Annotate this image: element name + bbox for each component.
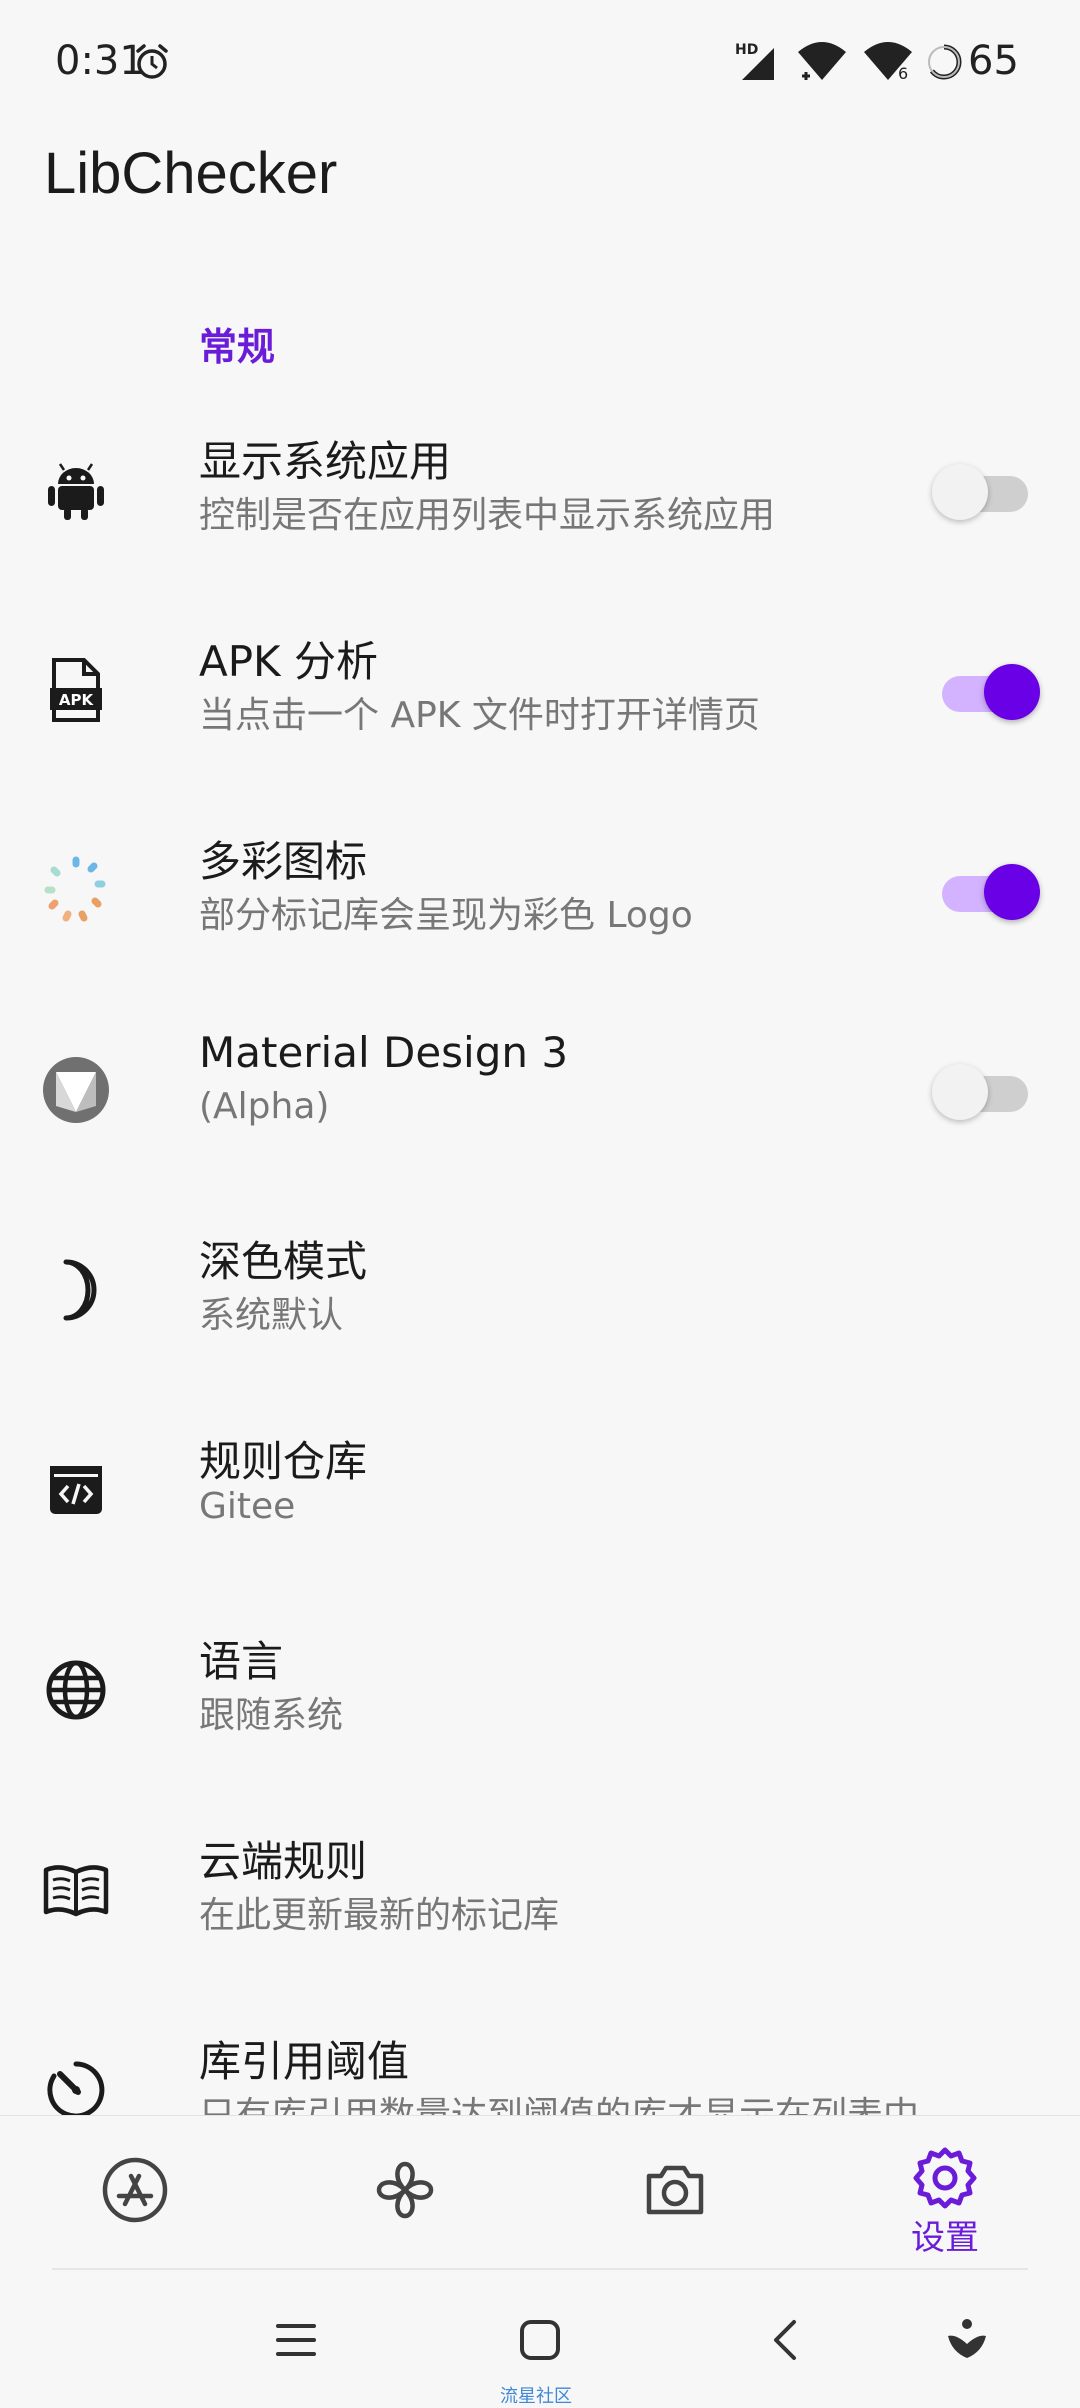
back-icon[interactable] <box>770 2318 800 2362</box>
wifi-icon <box>798 42 846 80</box>
material-design-3-toggle[interactable] <box>932 1064 1028 1120</box>
section-header-general: 常规 <box>199 325 276 369</box>
setting-show-system-apps[interactable]: 显示系统应用 控制是否在应用列表中显示系统应用 <box>0 390 1080 590</box>
setting-title: 显示系统应用 <box>199 437 452 486</box>
timer-icon <box>47 2061 105 2115</box>
setting-colorful-icons[interactable]: 多彩图标 部分标记库会呈现为彩色 Logo <box>0 790 1080 990</box>
battery-level: 65 <box>968 38 1019 84</box>
setting-material-design-3[interactable]: Material Design 3 (Alpha) <box>0 990 1080 1190</box>
setting-title: 语言 <box>199 1637 284 1686</box>
statistics-flower-icon <box>376 2161 434 2219</box>
nav-snapshot[interactable] <box>540 2116 810 2271</box>
setting-language[interactable]: 语言 跟随系统 <box>0 1590 1080 1790</box>
show-system-apps-toggle[interactable] <box>932 464 1028 520</box>
setting-title: 规则仓库 <box>199 1437 368 1486</box>
apk-analysis-toggle[interactable] <box>932 664 1040 720</box>
setting-subtitle: 控制是否在应用列表中显示系统应用 <box>199 495 776 536</box>
book-icon <box>43 1865 109 1917</box>
setting-subtitle: 跟随系统 <box>199 1695 344 1736</box>
setting-title: 多彩图标 <box>199 837 368 886</box>
svg-text:APK: APK <box>59 691 95 709</box>
assistant-icon[interactable] <box>946 2316 988 2362</box>
page-title: LibChecker <box>44 141 338 206</box>
setting-subtitle: 在此更新最新的标记库 <box>199 1895 560 1936</box>
nav-statistics[interactable] <box>270 2116 540 2271</box>
app-store-icon <box>102 2157 168 2223</box>
setting-title: 云端规则 <box>199 1837 368 1886</box>
setting-title: 深色模式 <box>199 1237 368 1286</box>
android-icon <box>48 463 104 520</box>
material-design-icon <box>43 1057 109 1123</box>
setting-cloud-rules[interactable]: 云端规则 在此更新最新的标记库 <box>0 1790 1080 1990</box>
setting-subtitle: 当点击一个 APK 文件时打开详情页 <box>199 695 760 736</box>
home-icon[interactable] <box>518 2318 562 2362</box>
setting-apk-analysis[interactable]: APK APK 分析 当点击一个 APK 文件时打开详情页 <box>0 590 1080 790</box>
menu-icon[interactable] <box>275 2320 317 2360</box>
apk-file-icon: APK <box>50 658 102 722</box>
code-box-icon <box>50 1466 102 1514</box>
setting-title: Material Design 3 <box>199 1028 569 1077</box>
setting-subtitle: Gitee <box>199 1486 296 1527</box>
setting-subtitle: 系统默认 <box>199 1295 344 1336</box>
nav-settings[interactable]: 设置 <box>810 2116 1080 2271</box>
system-navigation-bar <box>0 2270 1080 2400</box>
setting-library-threshold[interactable]: 库引用阈值 只有库引用数量达到阈值的库才显示在列表中 <box>0 1990 1080 2115</box>
setting-title: 库引用阈值 <box>199 2037 410 2086</box>
nav-app-list[interactable] <box>0 2116 270 2271</box>
camera-icon <box>646 2165 704 2215</box>
wifi-6-badge: 6 <box>898 64 909 83</box>
status-bar: 0:31 HD 6 65 <box>0 0 1080 126</box>
colorful-icons-toggle[interactable] <box>932 864 1040 920</box>
alarm-icon <box>136 44 168 79</box>
globe-icon <box>46 1660 106 1720</box>
watermark-text: 流星社区 <box>500 2386 572 2407</box>
setting-dark-mode[interactable]: 深色模式 系统默认 <box>0 1190 1080 1390</box>
setting-title: APK 分析 <box>199 637 378 686</box>
setting-subtitle: (Alpha) <box>199 1086 330 1127</box>
nav-settings-label: 设置 <box>911 2218 979 2258</box>
moon-icon <box>63 1259 97 1321</box>
battery-icon <box>926 44 962 80</box>
setting-subtitle: 部分标记库会呈现为彩色 Logo <box>199 895 693 936</box>
settings-gear-icon <box>913 2147 977 2209</box>
setting-rule-repository[interactable]: 规则仓库 Gitee <box>0 1390 1080 1590</box>
setting-subtitle: 只有库引用数量达到阈值的库才显示在列表中 <box>199 2086 919 2115</box>
colorful-dots-icon <box>44 856 106 922</box>
bottom-navigation: 设置 <box>0 2115 1080 2271</box>
cell-signal-icon <box>742 48 774 80</box>
